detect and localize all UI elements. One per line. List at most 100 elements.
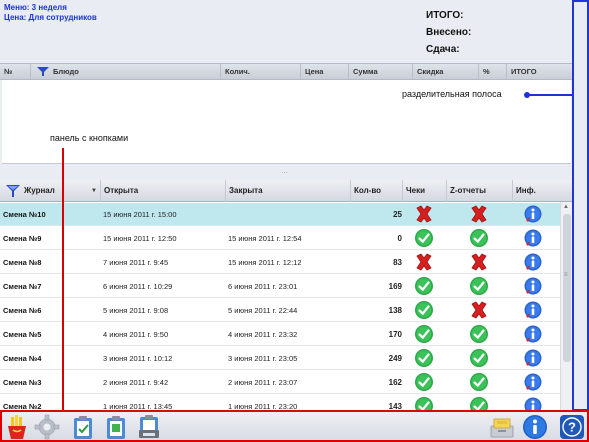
shift-name: Смена №4: [3, 354, 42, 363]
order-col-price[interactable]: Цена: [300, 64, 348, 79]
shift-closed: 2 июня 2011 г. 23:07: [228, 378, 298, 387]
shift-opened: 4 июня 2011 г. 9:50: [103, 330, 169, 339]
order-col-qty[interactable]: Колич.: [220, 64, 300, 79]
table-row[interactable]: Смена №3 2 июня 2011 г. 9:42 2 июня 2011 г…: [0, 371, 560, 394]
checks-ok-icon[interactable]: [414, 324, 436, 344]
order-col-percent[interactable]: %: [478, 64, 506, 79]
splitter-grip: ⋯: [281, 170, 288, 177]
table-row[interactable]: Смена №5 4 июня 2011 г. 9:50 4 июня 2011 г…: [0, 323, 560, 346]
shift-closed: 15 июня 2011 г. 12:12: [228, 258, 302, 267]
shift-count: 162: [388, 378, 402, 387]
sort-arrow-icon: ▼: [91, 188, 97, 194]
shift-opened: 3 июня 2011 г. 10:12: [103, 354, 173, 363]
z-report-ok-icon[interactable]: [469, 348, 491, 368]
order-col-dish[interactable]: Блюдо: [30, 64, 220, 79]
z-report-ok-icon[interactable]: [469, 372, 491, 392]
col-checks[interactable]: Чеки: [402, 180, 446, 202]
horizontal-splitter[interactable]: ⋯: [0, 165, 572, 179]
checks-error-icon[interactable]: [414, 252, 436, 272]
scroll-thumb[interactable]: [563, 214, 571, 362]
shift-opened: 6 июня 2011 г. 10:29: [103, 282, 173, 291]
shift-name: Смена №9: [3, 234, 42, 243]
checks-error-icon[interactable]: [414, 204, 436, 224]
shift-closed: 15 июня 2011 г. 12:54: [228, 234, 302, 243]
table-row[interactable]: Смена №7 6 июня 2011 г. 10:29 6 июня 2011 …: [0, 275, 560, 298]
shift-journal-grid: Журнал ▼ Открыта Закрыта Кол-во Чеки Z-о…: [0, 180, 572, 411]
checks-ok-icon[interactable]: [414, 228, 436, 248]
separator-annotation-pointer: [524, 92, 573, 98]
price-label: Цена: Для сотрудников: [4, 13, 97, 22]
shift-count: 249: [388, 354, 402, 363]
shift-count: 25: [393, 210, 402, 219]
shift-closed: 3 июня 2011 г. 23:05: [228, 354, 298, 363]
order-col-total[interactable]: ИТОГО: [506, 64, 572, 79]
order-col-sum[interactable]: Сумма: [348, 64, 412, 79]
change-label: Сдача:: [426, 44, 460, 55]
shift-count: 138: [388, 306, 402, 315]
table-row[interactable]: Смена №10 15 июня 2011 г. 15:00 25: [0, 203, 560, 226]
col-closed[interactable]: Закрыта: [225, 180, 350, 202]
info-icon[interactable]: [523, 348, 545, 368]
shift-name: Смена №5: [3, 330, 42, 339]
order-col-dish-label: Блюдо: [53, 67, 79, 76]
shift-name: Смена №8: [3, 258, 42, 267]
z-report-ok-icon[interactable]: [469, 276, 491, 296]
shift-opened: 2 июня 2011 г. 9:42: [103, 378, 169, 387]
info-icon[interactable]: [523, 204, 545, 224]
info-icon[interactable]: [523, 324, 545, 344]
z-report-ok-icon[interactable]: [469, 228, 491, 248]
scroll-grip-icon: ≡: [564, 272, 568, 278]
checks-ok-icon[interactable]: [414, 372, 436, 392]
dish-menu-icon: [37, 67, 49, 76]
table-row[interactable]: Смена №2 1 июня 2011 г. 13:45 1 июня 2011 …: [0, 395, 560, 411]
table-row[interactable]: Смена №8 7 июня 2011 г. 9:45 15 июня 2011 …: [0, 251, 560, 274]
info-icon[interactable]: [523, 252, 545, 272]
col-journal-label: Журнал: [24, 186, 55, 195]
shift-opened: 7 июня 2011 г. 9:45: [103, 258, 169, 267]
shift-opened: 15 июня 2011 г. 12:50: [103, 234, 177, 243]
shift-closed: [228, 203, 350, 226]
col-opened[interactable]: Открыта: [100, 180, 225, 202]
shift-count: 169: [388, 282, 402, 291]
panel-annotation-label: панель с кнопками: [50, 133, 129, 143]
z-report-error-icon[interactable]: [469, 204, 491, 224]
order-table-header: № Блюдо Колич. Цена Сумма Скидка % ИТОГО: [0, 63, 572, 80]
z-report-ok-icon[interactable]: [469, 324, 491, 344]
info-icon[interactable]: [523, 228, 545, 248]
journal-scrollbar[interactable]: ▲ ≡: [560, 202, 572, 411]
app-window: Меню: 3 неделя Цена: Для сотрудников ИТО…: [0, 0, 589, 442]
checks-ok-icon[interactable]: [414, 276, 436, 296]
journal-filter-icon: [6, 185, 20, 197]
order-col-number[interactable]: №: [0, 64, 30, 79]
info-icon[interactable]: [523, 396, 545, 411]
order-col-discount[interactable]: Скидка: [412, 64, 478, 79]
shift-closed: 6 июня 2011 г. 23:01: [228, 282, 298, 291]
shift-count: 0: [397, 234, 402, 243]
shift-count: 143: [388, 402, 402, 411]
col-info[interactable]: Инф.: [512, 180, 560, 202]
checks-ok-icon[interactable]: [414, 348, 436, 368]
checks-ok-icon[interactable]: [414, 300, 436, 320]
table-row[interactable]: Смена №9 15 июня 2011 г. 12:50 15 июня 201…: [0, 227, 560, 250]
shift-count: 83: [393, 258, 402, 267]
shift-opened: 1 июня 2011 г. 13:45: [103, 402, 173, 411]
col-count[interactable]: Кол-во: [350, 180, 402, 202]
checks-ok-icon[interactable]: [414, 396, 436, 411]
table-row[interactable]: Смена №4 3 июня 2011 г. 10:12 3 июня 2011 …: [0, 347, 560, 370]
shift-opened: 5 июня 2011 г. 9:08: [103, 306, 169, 315]
info-icon[interactable]: [523, 276, 545, 296]
shift-closed: 1 июня 2011 г. 23:20: [228, 402, 298, 411]
z-report-error-icon[interactable]: [469, 252, 491, 272]
shift-closed: 5 июня 2011 г. 22:44: [228, 306, 298, 315]
info-icon[interactable]: [523, 300, 545, 320]
col-z-reports[interactable]: Z-отчеты: [446, 180, 512, 202]
col-journal[interactable]: Журнал ▼: [0, 180, 100, 202]
button-panel-highlight: [0, 410, 589, 442]
info-icon[interactable]: [523, 372, 545, 392]
scroll-up-icon[interactable]: ▲: [563, 204, 569, 210]
panel-annotation-pointer: [62, 148, 64, 410]
journal-grid-header: Журнал ▼ Открыта Закрыта Кол-во Чеки Z-о…: [0, 180, 572, 202]
table-row[interactable]: Смена №6 5 июня 2011 г. 9:08 5 июня 2011 г…: [0, 299, 560, 322]
z-report-error-icon[interactable]: [469, 300, 491, 320]
z-report-ok-icon[interactable]: [469, 396, 491, 411]
